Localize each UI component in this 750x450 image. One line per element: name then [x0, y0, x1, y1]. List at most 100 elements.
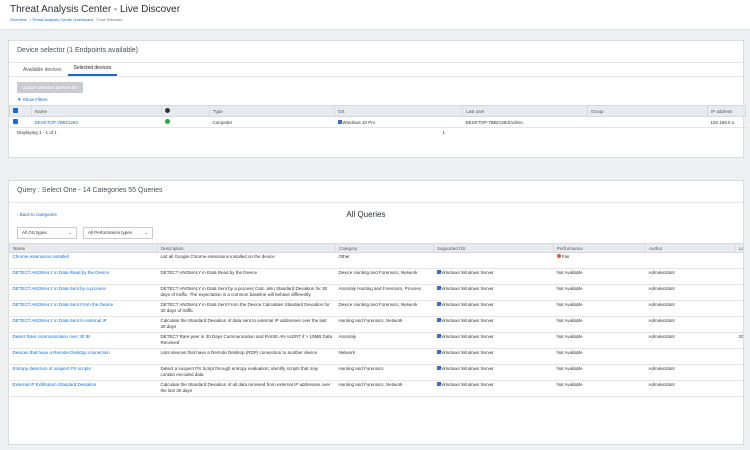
query-category: Anomaly	[335, 332, 434, 349]
query-name[interactable]: DETECT ANOMALY in Data Sent to external …	[9, 316, 158, 333]
query-panel: Query : Select One - 14 Categories 55 Qu…	[8, 180, 744, 445]
breadcrumb-overview[interactable]: Overview	[10, 17, 27, 22]
row-checkbox[interactable]	[9, 116, 32, 128]
query-performance: Not Available	[553, 316, 646, 333]
update-selected-devices-button[interactable]: Update selected devices list	[17, 82, 83, 93]
table-row[interactable]: DETECT ANOMALY in Data Sent From the Dev…	[9, 300, 743, 317]
query-name[interactable]: DETECT ANOMALY in Data Read by the Devic…	[9, 268, 158, 285]
query-author: Administrator	[645, 316, 736, 333]
table-row[interactable]: External IP Exfiltration Standard Deviat…	[9, 380, 743, 397]
query-description: Lists devices that have a Remote Desktop…	[157, 348, 336, 365]
info-icon	[165, 108, 170, 113]
query-last	[735, 252, 743, 269]
os-type-select[interactable]: All OS types ⌄	[17, 227, 77, 239]
query-last	[735, 300, 743, 317]
query-description: List all Google Chrome extensions instal…	[157, 252, 336, 269]
table-row[interactable]: Entropy detection of suspect PS scripts D…	[9, 364, 743, 381]
chevron-down-icon: ⌄	[68, 230, 72, 235]
query-author: Administrator	[645, 380, 736, 397]
query-os: Windows Windows Server	[433, 364, 554, 381]
page-title: Threat Analysis Center - Live Discover	[10, 4, 181, 15]
col-query-name[interactable]: Name	[9, 243, 158, 253]
query-last	[735, 316, 743, 333]
table-row[interactable]: Devices that have a Remote Desktop conne…	[9, 348, 743, 365]
show-filters-link[interactable]: Show Filters	[23, 97, 48, 102]
col-last-user[interactable]: Last user	[462, 105, 588, 117]
query-description: DETECT ANOMALY in Data Sent From the Dev…	[157, 300, 336, 317]
query-os: Windows Windows Server	[433, 380, 554, 397]
windows-icon	[436, 270, 441, 274]
query-name[interactable]: Chrome extensions installed	[9, 252, 158, 269]
col-supported-os[interactable]: Supported OS	[433, 243, 554, 253]
performance-type-select[interactable]: All Performance types ⌄	[83, 227, 153, 239]
query-performance: Not Available	[553, 300, 646, 317]
col-category[interactable]: Category	[335, 243, 434, 253]
top-header: Threat Analysis Center - Live Discover O…	[0, 0, 750, 30]
query-performance: Not Available	[553, 380, 646, 397]
select-all-checkbox[interactable]	[9, 105, 32, 117]
col-type[interactable]: Type	[209, 105, 335, 117]
query-performance: Not Available	[553, 364, 646, 381]
query-description: Calculate the Standard Deviation of data…	[157, 316, 336, 333]
query-performance: Not Available	[553, 268, 646, 285]
windows-icon	[436, 366, 441, 370]
query-name[interactable]: Devices that have a Remote Desktop conne…	[9, 348, 158, 365]
device-name-link[interactable]: DESKTOP-7BBCUB3	[31, 116, 162, 128]
breadcrumb: Overview / Threat Analysis Center Dashboa…	[10, 17, 123, 22]
query-performance: Not Available	[553, 348, 646, 365]
table-row[interactable]: Chrome extensions installed List all Goog…	[9, 252, 743, 269]
table-row[interactable]: DESKTOP-7BBCUB3 Computer Windows 10 Pro …	[9, 116, 746, 128]
query-description: DETECT ANOMALY in Data Read by the Devic…	[157, 268, 336, 285]
page-number[interactable]: 1	[442, 130, 445, 135]
query-performance: Not Available	[553, 332, 646, 349]
query-os: Windows Windows Server	[433, 284, 554, 301]
query-name[interactable]: Detect Rare communication over 30 IB	[9, 332, 158, 349]
query-category: Network	[335, 348, 434, 365]
table-row[interactable]: DETECT ANOMALY in Data Sent by a process…	[9, 284, 743, 301]
query-category: Other	[335, 252, 434, 269]
device-group	[587, 116, 708, 128]
query-author	[645, 348, 736, 365]
query-os: Windows Windows Server	[433, 332, 554, 349]
performance-icon	[556, 254, 561, 258]
all-queries-heading: All Queries	[346, 209, 386, 219]
col-health	[161, 105, 210, 117]
query-name[interactable]: External IP Exfiltration Standard Deviat…	[9, 380, 158, 397]
back-to-categories-link[interactable]: ‹ Back to categories	[17, 212, 57, 217]
query-os: Windows Windows Server	[433, 348, 554, 365]
col-performance[interactable]: Performance	[553, 243, 646, 253]
filter-icon: ▼	[17, 97, 22, 102]
query-description: DETECT ANOMALY in Data Sent by a process…	[157, 284, 336, 301]
query-name[interactable]: DETECT ANOMALY in Data Sent by a process	[9, 284, 158, 301]
col-name[interactable]: Name	[31, 105, 162, 117]
col-group[interactable]: Group	[587, 105, 708, 117]
query-author: Administrator	[645, 332, 736, 349]
col-author[interactable]: Author	[645, 243, 736, 253]
col-ip[interactable]: IP address	[707, 105, 746, 117]
tab-selected-devices[interactable]: Selected devices	[67, 62, 118, 76]
device-panel-title: Device selector (1 Endpoints available)	[9, 41, 743, 63]
col-last[interactable]: Last	[735, 243, 743, 253]
windows-icon	[436, 286, 441, 290]
query-author: Administrator	[645, 284, 736, 301]
table-row[interactable]: Detect Rare communication over 30 IB DETE…	[9, 332, 743, 349]
table-row[interactable]: DETECT ANOMALY in Data Read by the Devic…	[9, 268, 743, 285]
query-os: Windows Windows Server	[433, 316, 554, 333]
col-description[interactable]: Description	[157, 243, 336, 253]
health-ok-icon	[164, 119, 170, 124]
device-os: Windows 10 Pro	[334, 116, 463, 128]
query-last	[735, 268, 743, 285]
col-os[interactable]: OS	[334, 105, 463, 117]
query-last	[735, 284, 743, 301]
query-name[interactable]: DETECT ANOMALY in Data Sent From the Dev…	[9, 300, 158, 317]
query-last	[735, 364, 743, 381]
table-row[interactable]: DETECT ANOMALY in Data Sent to external …	[9, 316, 743, 333]
tab-available-devices[interactable]: Available devices	[17, 64, 68, 76]
query-category: Hunting and Forensics, Network	[335, 380, 434, 397]
query-performance: Not Available	[553, 284, 646, 301]
query-category: Hunting and Forensics, Network	[335, 316, 434, 333]
device-ip: 192.168.0.1	[707, 116, 746, 128]
query-author	[645, 252, 736, 269]
query-name[interactable]: Entropy detection of suspect PS scripts	[9, 364, 158, 381]
breadcrumb-dashboard[interactable]: Threat Analysis Center Dashboard	[32, 17, 93, 22]
